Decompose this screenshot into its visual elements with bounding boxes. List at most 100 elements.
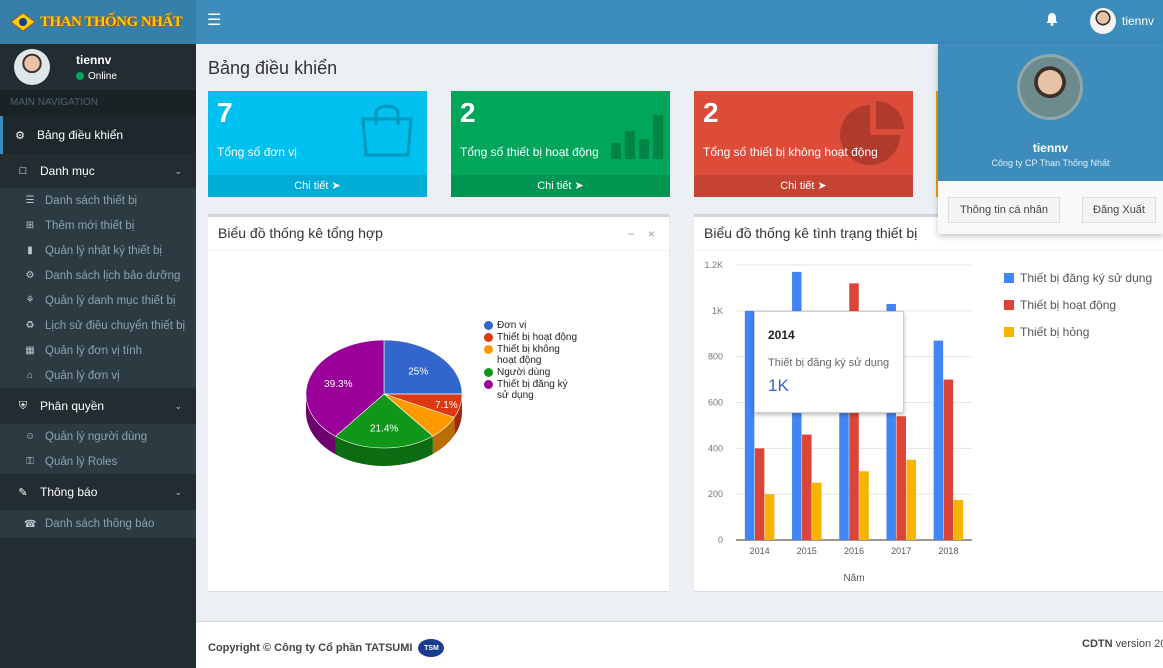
pie-legend-item[interactable]: Người dùng [484,367,579,378]
user-icon: ☺ [24,431,36,442]
bar-mark[interactable] [906,459,916,540]
sidebar-item-label: Quản lý nhật ký thiết bị [45,244,162,257]
pie-panel-title: Biểu đồ thống kê tổng hợp [218,225,383,241]
bar-mark[interactable] [896,416,906,540]
bar-mark[interactable] [859,471,869,540]
sidebar-item-notice[interactable]: ✎ Thông báo ⌄ [0,474,196,510]
logout-button[interactable]: Đăng Xuất [1082,197,1156,223]
tile-detail-link[interactable]: Chi tiết ➤ [694,175,913,197]
sidebar-item-label: Quản lý người dùng [45,430,148,443]
tile-number: 2 [703,97,719,128]
sidebar-item-label: Thông báo [40,485,98,499]
bar-mark[interactable] [764,494,775,540]
sidebar-item-transfer-history[interactable]: ♻ Lịch sử điều chuyển thiết bị [0,313,196,338]
sidebar-item-users[interactable]: ☺ Quản lý người dùng [0,424,196,449]
bar-legend-item[interactable]: Thiết bị hoạt động [1004,291,1152,318]
tooltip-value: 1K [768,376,789,395]
user-menu-name: tiennv [1122,14,1155,28]
tooltip-title: 2014 [768,328,795,342]
legend-swatch [484,380,493,389]
bar-mark[interactable] [744,310,755,540]
bar-legend-item[interactable]: Thiết bị hỏng [1004,318,1152,345]
sidebar-item-label: Danh sách lịch bảo dưỡng [45,269,181,282]
sidebar-item-permission[interactable]: ⛨ Phân quyền ⌄ [0,388,196,424]
bar-mark[interactable] [802,434,812,540]
legend-label: Thiết bị không hoạt động [497,344,560,366]
catalog-submenu: ☰ Danh sách thiết bị ⊞ Thêm mới thiết bị ▮… [0,188,196,388]
pie-value-label: 25% [408,366,428,377]
copyright: Copyright © Công ty Cổ phần TATSUMI TSM [208,639,445,657]
sidebar-item-device-list[interactable]: ☰ Danh sách thiết bị [0,188,196,213]
arrow-circle-right-icon: ➤ [331,180,341,192]
pie-legend-item[interactable]: Đơn vị [484,320,579,331]
sidebar-item-device-log[interactable]: ▮ Quản lý nhật ký thiết bị [0,238,196,263]
user-dropdown-footer: Thông tin cá nhân Đăng Xuất [938,181,1163,234]
sidebar-item-device-category[interactable]: ⚘ Quản lý danh mục thiết bị [0,288,196,313]
sidebar-item-label: Danh sách thông báo [45,518,155,530]
chevron-down-icon: ⌄ [174,486,182,497]
chart-tooltip: 2014 Thiết bị đăng ký sử dụng 1K [754,311,904,413]
close-button[interactable]: × [648,227,655,241]
sidebar-item-label: Lịch sử điều chuyển thiết bị [45,319,186,332]
sidebar-item-catalog[interactable]: □ Danh mục ⌄ [0,154,196,188]
pie-legend-item[interactable]: Thiết bị không hoạt động [484,344,579,366]
laptop-icon: □ [19,165,27,177]
chevron-down-icon: ⌄ [174,165,182,176]
panel-tools: − × [628,227,655,241]
notification-bell-icon[interactable] [1046,12,1058,26]
bar-mark[interactable] [933,340,944,540]
user-dropdown-avatar [1017,54,1083,120]
profile-button[interactable]: Thông tin cá nhân [948,197,1060,223]
bar-legend-item[interactable]: Thiết bị đăng ký sử dụng [1004,264,1152,291]
x-tick-label: 2016 [844,546,864,556]
sidebar-item-maintenance[interactable]: ⚙ Danh sách lịch bảo dưỡng [0,263,196,288]
sidebar-item-notice-list[interactable]: ☎ Danh sách thông báo [0,510,196,538]
detail-link-label: Chi tiết [780,180,815,192]
book-icon: ▮ [27,245,33,256]
tile-units: 7 Tổng số đơn vị Chi tiết ➤ [208,91,427,197]
tile-detail-link[interactable]: Chi tiết ➤ [208,175,427,197]
pie-legend-item[interactable]: Thiết bị hoạt động [484,332,579,343]
sidebar-item-label: Quản lý Roles [45,455,118,468]
sidebar-item-units[interactable]: ▦ Quản lý đơn vị tính [0,338,196,363]
sidebar-avatar [14,49,50,85]
nav-header: MAIN NAVIGATION [0,90,196,116]
sidebar-toggle-icon[interactable]: ☰ [207,13,221,29]
top-navbar: THAN THỐNG NHẤT ☰ tiennv [0,0,1163,44]
tatsumi-logo-icon: TSM [418,639,445,657]
bar-mark[interactable] [812,482,822,540]
tile-label: Tổng số đơn vị [217,145,297,159]
minimize-button[interactable]: − [628,227,635,241]
legend-label: Đơn vị [497,320,527,331]
bar-mark[interactable] [943,379,954,540]
app-version: CDTN version 2018 [1082,638,1163,650]
x-tick-label: 2014 [750,546,770,556]
legend-swatch [1004,272,1014,283]
legend-swatch [484,345,493,354]
tile-detail-link[interactable]: Chi tiết ➤ [451,175,670,197]
sidebar-item-label: Phân quyền [40,399,105,413]
legend-label: Thiết bị hoạt động [1020,297,1117,312]
sidebar-item-roles[interactable]: ⚿ Quản lý Roles [0,449,196,474]
sidebar-item-dashboard[interactable]: ⚙ Bảng điều khiển [0,116,196,154]
bar-mark[interactable] [754,448,765,540]
company-logo-icon [10,12,36,32]
notice-submenu: ☎ Danh sách thông báo [0,510,196,538]
sidebar-user-panel: tiennv Online [0,44,196,90]
pie-legend-item[interactable]: Thiết bị đăng ký sử dụng [484,379,579,401]
tile-label: Tổng số thiết bị không hoạt động [703,145,878,159]
page-title: Bảng điều khiển [208,58,338,78]
copyright-text: Copyright © Công ty Cổ phần TATSUMI [208,642,413,654]
user-menu-toggle[interactable]: tiennv [1090,8,1154,34]
legend-swatch [1004,326,1014,337]
bar-mark[interactable] [953,499,964,540]
sidebar-item-departments[interactable]: ⌂ Quản lý đơn vị [0,363,196,388]
sidebar-item-add-device[interactable]: ⊞ Thêm mới thiết bị [0,213,196,238]
online-status: Online [76,71,117,82]
sidebar-item-label: Quản lý đơn vị [45,369,120,382]
version-value: version 2018 [1115,638,1163,650]
x-tick-label: 2018 [938,546,958,556]
bell-icon: ☎ [24,518,37,530]
brand-logo[interactable]: THAN THỐNG NHẤT [0,0,196,44]
legend-label: Người dùng [497,367,551,378]
